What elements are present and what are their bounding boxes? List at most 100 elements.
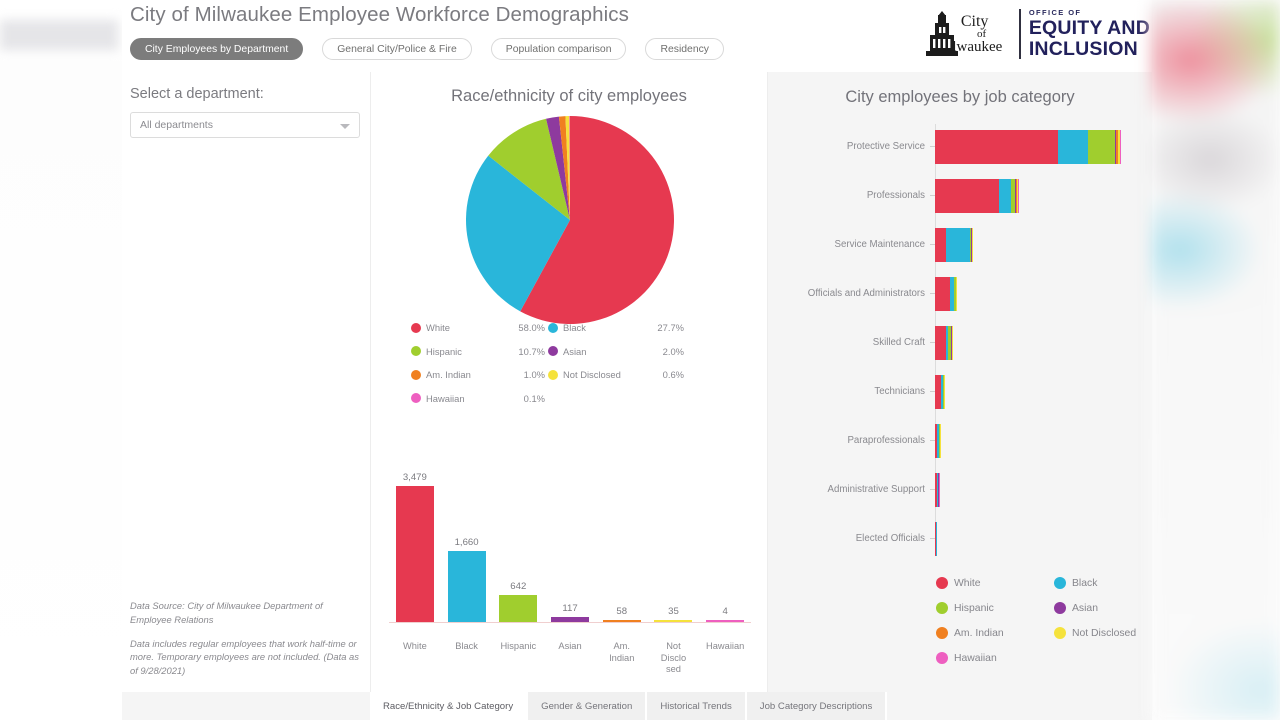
legend-label-black: Black: [1072, 577, 1098, 589]
legend-label-white: White: [426, 322, 450, 333]
bar-segment-black[interactable]: [1058, 129, 1089, 164]
legend-dot-hawaiian: [936, 652, 948, 664]
tab-gender-generation[interactable]: Gender & Generation: [528, 692, 648, 720]
bar-column-asian[interactable]: 117: [544, 472, 596, 622]
bar-x-label-not-disclosed: Not Disclo sed: [660, 641, 687, 675]
job-category-stacked-bar[interactable]: [935, 227, 973, 262]
legend-value-white: 58.0%: [518, 322, 545, 333]
office-of-equity-inclusion-logo: OFFICE OF EQUITY AND INCLUSION: [1029, 9, 1150, 59]
job-category-row[interactable]: Service Maintenance: [768, 220, 1152, 269]
job-category-row[interactable]: Paraprofessionals: [768, 416, 1152, 465]
bar-value-label: 3,479: [402, 472, 427, 483]
job-category-label-officials-and-administrators: Officials and Administrators: [807, 288, 925, 299]
job-category-stacked-bar[interactable]: [935, 374, 945, 409]
city-wordmark: City of Milwaukee: [935, 13, 1002, 54]
legend-dot-hispanic: [411, 346, 421, 356]
bar-segment-black[interactable]: [936, 521, 937, 556]
legend-value-hispanic: 10.7%: [518, 345, 545, 357]
legend-value-not-disclosed: 0.6%: [662, 369, 684, 380]
job-category-row[interactable]: Elected Officials: [768, 514, 1152, 563]
dashboard-header: City of Milwaukee Employee Workforce Dem…: [122, 0, 1152, 72]
bar-x-label-black: Black: [455, 641, 478, 652]
nav-pill-0[interactable]: City Employees by Department: [130, 38, 304, 60]
race-ethnicity-panel: Race/ethnicity of city employees White 58…: [370, 72, 768, 692]
bar-rect[interactable]: [447, 551, 486, 622]
legend-label-not-disclosed: Not Disclosed: [1072, 627, 1137, 639]
bar-segment-black[interactable]: [998, 178, 1011, 213]
bar-column-am-indian[interactable]: 58: [596, 472, 648, 622]
tab-race-ethnicity-job-category[interactable]: Race/Ethnicity & Job Category: [370, 692, 529, 720]
job-category-panel: City employees by job category Protectiv…: [768, 72, 1152, 692]
left-video-edge: [0, 0, 122, 720]
bar-x-label-am-indian: Am. Indian: [609, 641, 635, 663]
job-category-label-skilled-craft: Skilled Craft: [872, 337, 925, 348]
nav-pill-3[interactable]: Residency: [645, 38, 724, 60]
job-category-row[interactable]: Protective Service: [768, 122, 1152, 171]
legend-dot-black: [1054, 577, 1066, 589]
bar-value-label: 58: [616, 605, 628, 617]
bar-value-label: 642: [510, 580, 527, 592]
bar-segment-white[interactable]: [935, 227, 946, 262]
legend-dot-hawaiian: [411, 393, 421, 403]
bar-column-black[interactable]: 1,660: [441, 472, 493, 622]
job-category-stacked-bar[interactable]: [935, 325, 952, 360]
job-category-stacked-bar[interactable]: [935, 276, 957, 311]
legend-dot-white: [936, 577, 948, 589]
job-category-row[interactable]: Officials and Administrators: [768, 269, 1152, 318]
bar-chart-x-labels: White Black Hispanic Asian Am. Indian Not Discl…: [389, 641, 751, 676]
nav-pill-1[interactable]: General City/Police & Fire: [322, 38, 472, 60]
job-category-label-professionals: Professionals: [866, 190, 925, 201]
bar-column-white[interactable]: 3,479: [389, 472, 441, 622]
bar-segment-white[interactable]: [935, 276, 950, 311]
legend-dot-asian: [548, 346, 558, 356]
job-category-stacked-bar[interactable]: [935, 472, 939, 507]
bar-column-hawaiian[interactable]: 4: [699, 472, 751, 622]
job-category-row[interactable]: Skilled Craft: [768, 318, 1152, 367]
bar-column-not-disclosed[interactable]: 35: [648, 472, 700, 622]
dashboard-root: City of Milwaukee Employee Workforce Dem…: [0, 0, 1280, 720]
job-category-stacked-bar[interactable]: [935, 521, 937, 556]
legend-label-am-indian: Am. Indian: [954, 627, 1004, 639]
pie-chart-title: Race/ethnicity of city employees: [451, 87, 687, 105]
job-category-row[interactable]: Administrative Support: [768, 465, 1152, 514]
dashboard-app: City of Milwaukee Employee Workforce Dem…: [122, 0, 1152, 720]
bottom-tab-bar: Race/Ethnicity & Job Category Gender & Ge…: [122, 692, 1152, 720]
bar-column-hispanic[interactable]: 642: [492, 472, 544, 622]
tab-historical-trends[interactable]: Historical Trends: [647, 692, 747, 720]
bar-segment-black[interactable]: [945, 227, 971, 262]
city-hall-icon: [924, 11, 960, 57]
bar-x-label-asian: Asian: [558, 641, 582, 652]
bar-segment-hispanic[interactable]: [1088, 129, 1115, 164]
bar-rect[interactable]: [395, 486, 434, 622]
legend-label-hispanic: Hispanic: [426, 345, 462, 357]
page-title: City of Milwaukee Employee Workforce Dem…: [130, 3, 629, 26]
job-category-stacked-bar[interactable]: [935, 178, 1018, 213]
bar-x-label-white: White: [402, 641, 427, 652]
department-select[interactable]: All departments: [130, 112, 360, 138]
legend-label-black: Black: [563, 322, 586, 333]
legend-dot-asian: [1054, 602, 1066, 614]
job-category-row[interactable]: Technicians: [768, 367, 1152, 416]
job-category-stacked-bar[interactable]: [935, 423, 941, 458]
tab-job-category-descriptions[interactable]: Job Category Descriptions: [746, 692, 888, 720]
bar-segment-white[interactable]: [935, 325, 946, 360]
legend-dot-hispanic: [936, 602, 948, 614]
bar-chart-baseline: [389, 622, 751, 623]
bar-value-label: 117: [562, 603, 578, 615]
job-category-label-protective-service: Protective Service: [846, 141, 925, 152]
logo-divider: [1019, 9, 1021, 59]
bar-segment-white[interactable]: [935, 129, 1059, 164]
footnotes: Data Source: City of Milwaukee Departmen…: [130, 599, 366, 688]
footnote-data-source: Data Source: City of Milwaukee Departmen…: [130, 600, 323, 625]
job-category-stacked-bar[interactable]: [935, 129, 1120, 164]
nav-pill-2[interactable]: Population comparison: [490, 38, 627, 60]
bar-rect[interactable]: [499, 594, 538, 622]
bar-value-label: 35: [668, 605, 679, 617]
legend-label-asian: Asian: [563, 345, 587, 357]
city-of-milwaukee-logo: City of Milwaukee: [924, 11, 1011, 57]
bar-segment-white[interactable]: [935, 178, 999, 213]
bar-value-label: 1,660: [454, 537, 479, 549]
legend-dot-not-disclosed: [548, 369, 558, 380]
job-category-row[interactable]: Professionals: [768, 171, 1152, 220]
job-category-label-service-maintenance: Service Maintenance: [834, 239, 925, 250]
